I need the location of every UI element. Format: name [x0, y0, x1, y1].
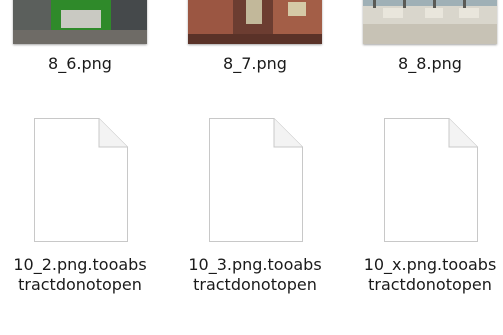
file-grid: 8_6.png 8_7.png 8_8.png 10_2.png.tooabs … [0, 0, 503, 335]
file-item[interactable]: 10_2.png.tooabs tractdonotopen [0, 0, 160, 300]
file-item[interactable]: 10_x.png.tooabs tractdonotopen [350, 0, 503, 300]
file-name: 10_2.png.tooabs tractdonotopen [13, 255, 147, 294]
generic-file-icon [383, 117, 479, 243]
file-item[interactable]: 10_3.png.tooabs tractdonotopen [175, 0, 335, 300]
generic-file-icon [208, 117, 304, 243]
file-name: 10_3.png.tooabs tractdonotopen [188, 255, 322, 294]
generic-file-icon [33, 117, 129, 243]
file-name: 10_x.png.tooabs tractdonotopen [363, 255, 497, 294]
